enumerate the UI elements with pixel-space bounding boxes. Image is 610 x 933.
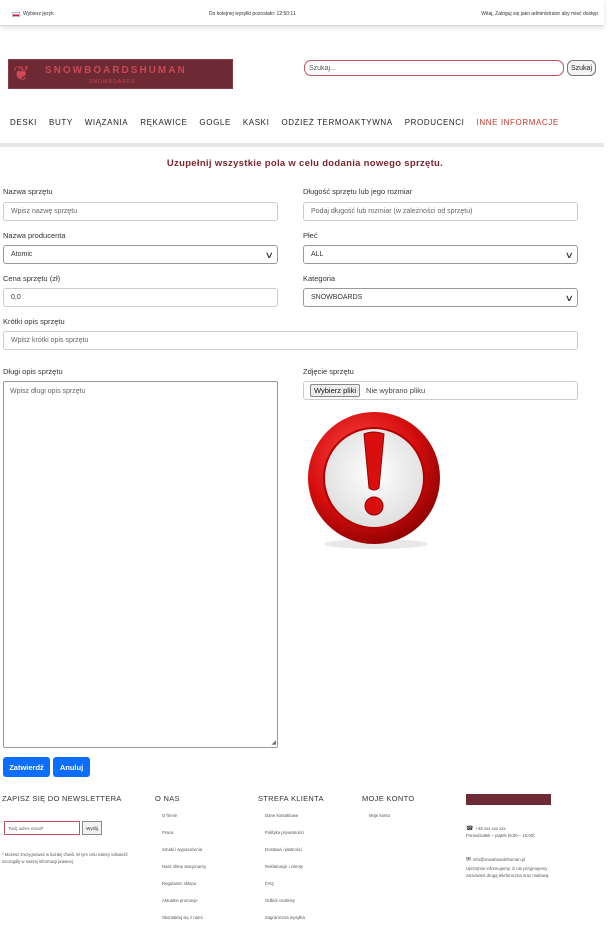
nav-item-producenci[interactable]: PRODUCENCI [405,118,465,127]
newsletter-email-input[interactable]: Twój adres email* [4,821,80,835]
image-label: Zdjęcie sprzętu [303,367,354,376]
cancel-button[interactable]: Anuluj [53,757,90,777]
long-desc-placeholder: Wpisz długi opis sprzętu [10,388,86,395]
producer-label: Nazwa producenta [3,231,66,240]
nav-item-inne-informacje[interactable]: INNE INFORMACJE [477,118,559,127]
logo-sub: SNOWBOARDS [89,79,136,85]
short-desc-input[interactable]: Wpisz krótki opis sprzętu [3,331,578,350]
snowboarder-icon: ❦ [13,63,30,85]
submit-button[interactable]: Zatwierdź [3,757,50,777]
nav-item-deski[interactable]: DESKI [10,118,37,127]
contact-note: Uprzejmie informujemy, iż nie przyjmujem… [466,866,550,878]
poland-flag-icon [12,11,20,17]
nav-divider [0,143,604,147]
contact-email[interactable]: ✉ info@snowboardshuman.pl [466,857,525,864]
chevron-down-icon: ∨ [565,250,575,260]
long-desc-label: Długi opis sprzętu [3,367,63,376]
length-input[interactable]: Podaj długość lub rozmiar (w zależności … [303,202,578,221]
nav-item-gogle[interactable]: GOGLE [199,118,230,127]
producer-select[interactable]: Atomic ∨ [3,245,278,264]
long-desc-textarea[interactable]: Wpisz długi opis sprzętu ◢ [3,381,278,748]
main-nav: DESKI BUTY WIĄZANIA RĘKAWICE GOGLE KASKI… [10,118,571,127]
form-title: Uzupełnij wszystkie pola w celu dodania … [166,158,444,169]
gender-value: ALL [311,251,324,258]
category-value: SNOWBOARDS [311,294,363,301]
top-bar: Wybierz język Do kolejnej wysyłki pozost… [0,0,604,26]
footer-link-pickup[interactable]: Odbiór osobisty [265,898,295,903]
contact-email-address: info@snowboardshuman.pl [473,857,526,862]
footer-link-returns[interactable]: Reklamacje i zwroty [265,864,303,869]
file-input[interactable]: Wybierz pliki Nie wybrano pliku [303,381,578,400]
mail-icon: ✉ [466,857,472,863]
resize-handle-icon[interactable]: ◢ [271,739,276,746]
phone-icon: ☎ [466,826,474,832]
nav-item-kaski[interactable]: KASKI [243,118,270,127]
short-desc-label: Krótki opis sprzętu [3,317,65,326]
login-greeting[interactable]: Witaj, Zaloguj się jako administrator ab… [481,11,598,17]
client-heading: STREFA KLIENTA [258,794,324,803]
footer-link-privacy[interactable]: Polityka prywatności [265,830,304,835]
about-heading: O NAS [155,794,180,803]
footer-link-my-account[interactable]: Moje konto [369,813,390,818]
nav-item-buty[interactable]: BUTY [49,118,73,127]
footer-link-abroad[interactable]: Zagraniczna wysyłka [265,915,305,920]
contact-phone-number: +48 xxx xxx xxx [475,826,506,831]
search-button[interactable]: Szukaj [567,60,596,76]
nav-item-wiazania[interactable]: WIĄZANIA [85,118,128,127]
name-label: Nazwa sprzętu [3,187,53,196]
warning-image [308,412,440,549]
length-label: Długość sprzętu lub jego rozmiar [303,187,413,196]
footer-link-delivery[interactable]: Dostawa i płatności [265,847,302,852]
newsletter-note: * Możesz zrezygnować w każdej chwili. W … [2,852,128,864]
language-label: Wybierz język [23,11,54,17]
name-input[interactable]: Wpisz nazwę sprzętu [3,202,278,221]
choose-files-button[interactable]: Wybierz pliki [310,384,361,397]
footer-link-terms[interactable]: Regulamin sklepu [162,881,196,886]
category-label: Kategoria [303,274,336,283]
footer-logo [466,794,551,805]
newsletter-heading: ZAPISZ SIĘ DO NEWSLETTERA [2,794,122,803]
newsletter-send-button[interactable]: Wyślij [82,821,102,835]
search-input[interactable] [304,60,564,76]
file-status: Nie wybrano pliku [366,386,426,395]
contact-phone: ☎ +48 xxx xxx xxx [466,826,506,833]
language-selector[interactable]: Wybierz język [12,11,54,17]
nav-item-odziez[interactable]: ODZIEŻ TERMOAKTYWNA [281,118,392,127]
site-logo[interactable]: ❦ SNOWBOARDSHUMAN SNOWBOARDS [8,59,233,89]
producer-value: Atomic [11,251,33,258]
footer-link-contact-us[interactable]: Skontaktuj się z nami [162,915,203,920]
footer-link-promotions[interactable]: Aktualne promocje [162,898,198,903]
contact-hours: Poniedziałek – piątek (8:00 – 16:00) [466,833,535,838]
gender-label: Płeć [303,231,318,240]
footer-link-store[interactable]: Nasz sklep stacjonarny [162,864,206,869]
category-select[interactable]: SNOWBOARDS ∨ [303,288,578,307]
chevron-down-icon: ∨ [565,293,575,303]
gender-select[interactable]: ALL ∨ [303,245,578,264]
footer-link-faq[interactable]: FAQ [265,881,274,886]
account-heading: MOJE KONTO [362,794,415,803]
price-label: Cena sprzętu (zł) [3,274,61,283]
chevron-down-icon: ∨ [265,250,275,260]
footer-link-tastes[interactable]: Smaki i wyposażenia [162,847,202,852]
footer-link-about[interactable]: O firmie [162,813,177,818]
price-input[interactable]: 0,0 [3,288,278,307]
footer-link-jobs[interactable]: Praca [162,830,173,835]
shipping-countdown: Do kolejnej wysyłki pozostało: 12:50:11 [209,11,296,17]
footer-link-contact-data[interactable]: Dane kontaktowe [265,813,298,818]
nav-item-rekawice[interactable]: RĘKAWICE [140,118,187,127]
logo-brand: SNOWBOARDSHUMAN [45,65,187,76]
